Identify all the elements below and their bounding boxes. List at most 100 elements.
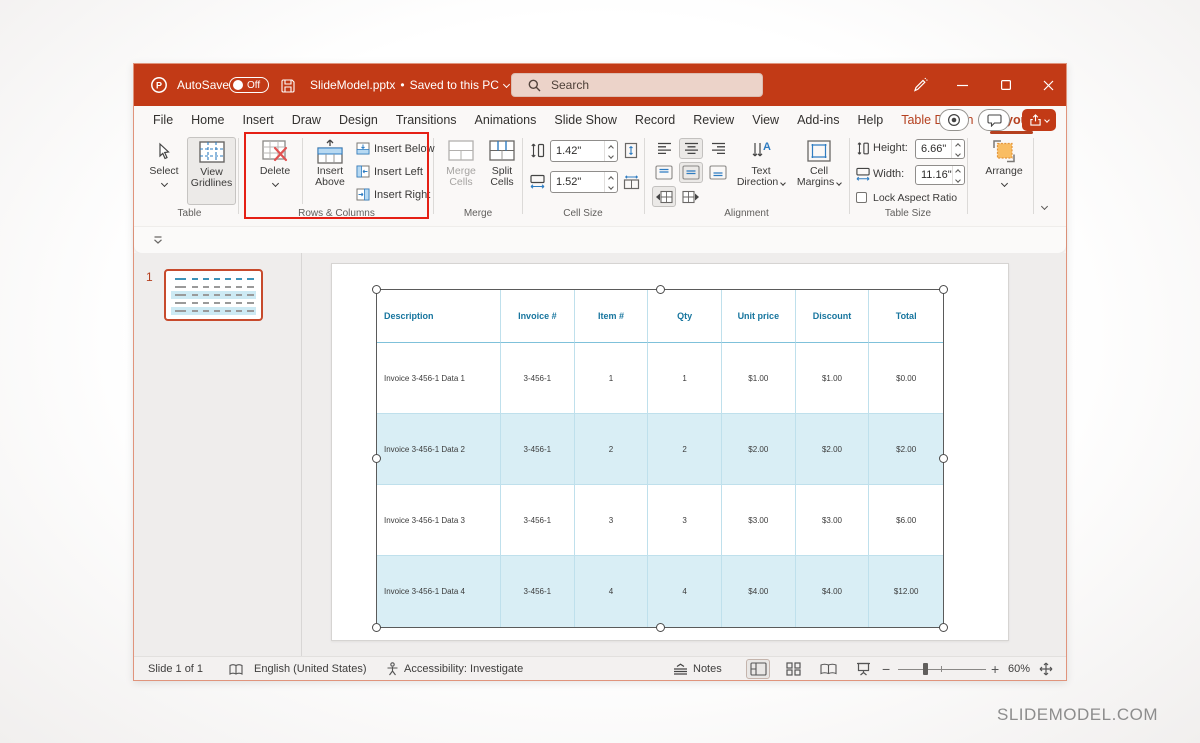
normal-view-button[interactable]: [746, 659, 770, 679]
tab-file[interactable]: File: [144, 106, 182, 134]
pen-tools-button[interactable]: [906, 73, 934, 97]
table-height-input[interactable]: 6.66": [915, 139, 965, 159]
table-cell[interactable]: $2.00: [796, 414, 870, 485]
spin-down-button[interactable]: [952, 149, 964, 158]
document-title[interactable]: SlideModel.pptx • Saved to this PC: [310, 78, 509, 92]
reading-view-button[interactable]: [816, 659, 840, 679]
table-cell[interactable]: 3-456-1: [501, 414, 575, 485]
spin-up-button[interactable]: [952, 140, 964, 149]
spin-down-button[interactable]: [605, 182, 617, 192]
record-button[interactable]: [939, 109, 969, 131]
table-cell[interactable]: $6.00: [869, 485, 943, 556]
spin-up-button[interactable]: [953, 166, 964, 175]
spin-up-button[interactable]: [605, 141, 617, 151]
tab-design[interactable]: Design: [330, 106, 387, 134]
tab-transitions[interactable]: Transitions: [387, 106, 466, 134]
align-center-button[interactable]: [679, 138, 703, 159]
row-height-input[interactable]: 1.42": [550, 140, 618, 162]
spin-up-button[interactable]: [605, 172, 617, 182]
align-left-button[interactable]: [652, 138, 676, 159]
table-cell[interactable]: $3.00: [722, 485, 796, 556]
table-resize-handle[interactable]: [372, 285, 381, 294]
comments-button[interactable]: [978, 109, 1010, 131]
table-header-cell[interactable]: Unit price: [722, 290, 796, 343]
table-cell[interactable]: 4: [575, 556, 649, 627]
maximize-button[interactable]: [992, 73, 1020, 97]
slide-table[interactable]: DescriptionInvoice #Item #QtyUnit priceD…: [377, 290, 943, 627]
save-button[interactable]: [274, 74, 302, 98]
table-width-input[interactable]: 11.16": [915, 165, 965, 185]
insert-above-button[interactable]: Insert Above: [308, 137, 352, 205]
insert-right-button[interactable]: Insert Right: [356, 186, 430, 203]
table-resize-handle[interactable]: [939, 285, 948, 294]
table-resize-handle[interactable]: [939, 454, 948, 463]
tab-insert[interactable]: Insert: [234, 106, 283, 134]
align-top-button[interactable]: [652, 162, 676, 183]
table-cell[interactable]: $1.00: [722, 343, 796, 414]
slide-thumbnail[interactable]: [164, 269, 263, 321]
tab-animations[interactable]: Animations: [466, 106, 546, 134]
tab-add-ins[interactable]: Add-ins: [788, 106, 848, 134]
tab-draw[interactable]: Draw: [283, 106, 330, 134]
arrange-button[interactable]: Arrange: [979, 137, 1029, 205]
select-button[interactable]: Select: [144, 137, 184, 205]
tab-view[interactable]: View: [743, 106, 788, 134]
lock-aspect-ratio-checkbox[interactable]: [856, 192, 867, 203]
table-resize-handle[interactable]: [372, 454, 381, 463]
table-header-cell[interactable]: Discount: [796, 290, 870, 343]
slide-canvas[interactable]: DescriptionInvoice #Item #QtyUnit priceD…: [331, 263, 1009, 641]
table-cell[interactable]: 2: [575, 414, 649, 485]
table-cell[interactable]: 3-456-1: [501, 485, 575, 556]
autosave-toggle[interactable]: Off: [229, 77, 269, 93]
zoom-slider-thumb[interactable]: [923, 663, 928, 675]
distribute-columns-icon[interactable]: [623, 175, 640, 190]
table-cell[interactable]: $1.00: [796, 343, 870, 414]
table-cell[interactable]: Invoice 3-456-1 Data 2: [377, 414, 501, 485]
table-cell[interactable]: 1: [575, 343, 649, 414]
zoom-in-button[interactable]: +: [991, 657, 999, 681]
table-cell[interactable]: $2.00: [869, 414, 943, 485]
table-header-cell[interactable]: Item #: [575, 290, 649, 343]
tab-slide-show[interactable]: Slide Show: [545, 106, 626, 134]
table-rtl-button[interactable]: [652, 186, 676, 207]
align-right-button[interactable]: [706, 138, 730, 159]
table-cell[interactable]: 3-456-1: [501, 343, 575, 414]
insert-left-button[interactable]: Insert Left: [356, 163, 423, 180]
panel-divider[interactable]: [301, 253, 302, 658]
notes-button[interactable]: Notes: [673, 657, 722, 681]
spin-down-button[interactable]: [605, 151, 617, 161]
zoom-out-button[interactable]: −: [882, 657, 890, 681]
split-cells-button[interactable]: Split Cells: [484, 137, 520, 205]
table-ltr-button[interactable]: [679, 186, 703, 207]
table-cell[interactable]: Invoice 3-456-1 Data 1: [377, 343, 501, 414]
delete-button[interactable]: Delete: [254, 137, 296, 205]
slideshow-button[interactable]: [851, 659, 875, 679]
table-cell[interactable]: $3.00: [796, 485, 870, 556]
table-header-cell[interactable]: Total: [869, 290, 943, 343]
zoom-level[interactable]: 60%: [1008, 657, 1030, 681]
share-button[interactable]: [1022, 109, 1056, 131]
language-indicator[interactable]: English (United States): [254, 657, 367, 681]
table-resize-handle[interactable]: [939, 623, 948, 632]
text-direction-button[interactable]: A Text Direction: [734, 137, 788, 205]
table-header-cell[interactable]: Qty: [648, 290, 722, 343]
view-gridlines-button[interactable]: View Gridlines: [187, 137, 236, 205]
table-cell[interactable]: 1: [648, 343, 722, 414]
cell-margins-button[interactable]: Cell Margins: [792, 137, 846, 205]
tab-home[interactable]: Home: [182, 106, 233, 134]
search-input[interactable]: Search: [511, 73, 763, 97]
table-cell[interactable]: $0.00: [869, 343, 943, 414]
fit-to-window-button[interactable]: [1034, 659, 1058, 679]
table-cell[interactable]: 4: [648, 556, 722, 627]
table-cell[interactable]: Invoice 3-456-1 Data 3: [377, 485, 501, 556]
table-cell[interactable]: $12.00: [869, 556, 943, 627]
table-resize-handle[interactable]: [372, 623, 381, 632]
slide-indicator[interactable]: Slide 1 of 1: [148, 657, 203, 681]
slide-sorter-button[interactable]: [781, 659, 805, 679]
distribute-rows-icon[interactable]: [624, 142, 639, 159]
proofing-icon[interactable]: [229, 657, 243, 681]
table-cell[interactable]: Invoice 3-456-1 Data 4: [377, 556, 501, 627]
table-cell[interactable]: $2.00: [722, 414, 796, 485]
tab-review[interactable]: Review: [684, 106, 743, 134]
table-resize-handle[interactable]: [656, 285, 665, 294]
